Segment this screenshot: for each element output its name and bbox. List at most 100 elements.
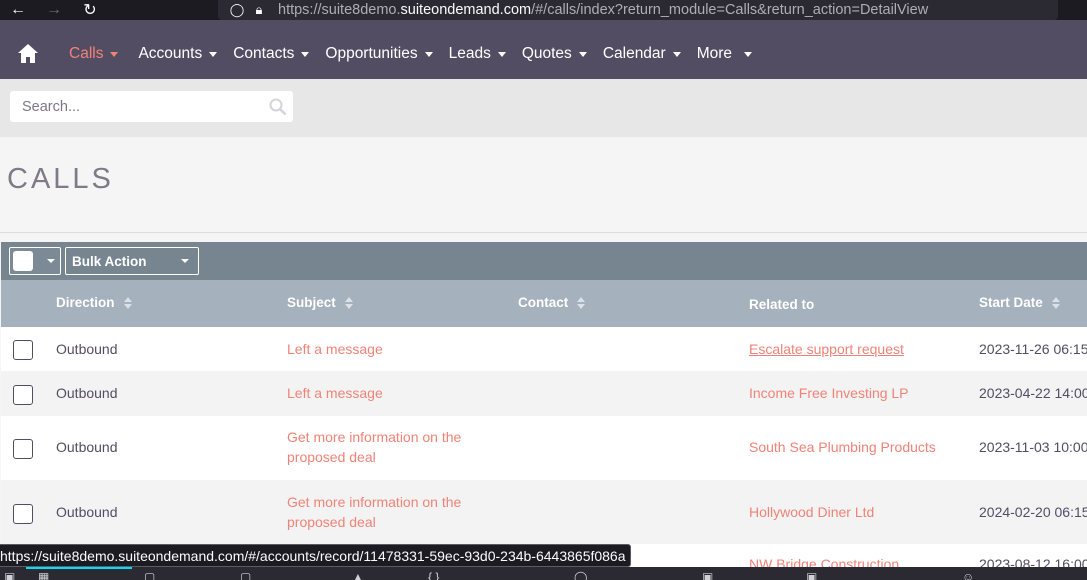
select-all-checkbox[interactable] (13, 251, 33, 271)
table-row: Outbound Get more information on the pro… (1, 416, 1087, 480)
chevron-down-icon (181, 259, 189, 263)
nav-top-strip (0, 20, 1087, 28)
cell-related-link[interactable]: Escalate support request (749, 341, 904, 357)
chevron-down-icon (424, 52, 433, 57)
row-checkbox[interactable] (13, 504, 33, 524)
cell-direction: Outbound (56, 341, 118, 357)
sort-icon[interactable] (344, 296, 353, 309)
table-row: Outbound Get more information on the pro… (1, 480, 1087, 544)
table-header: Direction Subject Contact Related to Sta… (1, 280, 1087, 327)
chevron-down-icon (744, 52, 753, 57)
column-start-date-label: Start Date (979, 295, 1043, 310)
taskbar-icon[interactable]: ▢ (240, 570, 251, 580)
cell-start-date: 2024-02-20 06:15 (979, 504, 1087, 520)
nav-leads[interactable]: Leads (441, 28, 514, 79)
bulk-action-button[interactable]: Bulk Action (65, 247, 199, 275)
nav-more[interactable]: More (689, 28, 760, 79)
nav-more-label: More (696, 44, 733, 62)
cell-related-link[interactable]: South Sea Plumbing Products (749, 439, 936, 455)
sort-icon[interactable] (577, 296, 586, 309)
chevron-down-icon (47, 259, 55, 263)
url-host: suiteondemand.com (400, 2, 532, 18)
nav-calendar-label: Calendar (602, 44, 666, 62)
sort-icon[interactable] (1051, 296, 1060, 309)
cell-subject-link[interactable]: Left a message (287, 341, 383, 357)
column-contact-label: Contact (518, 295, 569, 310)
table-row: Outbound Left a message Income Free Inve… (1, 371, 1087, 416)
taskbar-icon[interactable]: ☺ (962, 570, 974, 580)
reload-icon[interactable]: ↻ (72, 0, 108, 20)
bulk-action-bar: Bulk Action (1, 242, 1087, 280)
nav-quotes-label: Quotes (521, 44, 572, 62)
main-nav: Calls Accounts Contacts Opportunities Le… (0, 28, 1087, 79)
cell-start-date: 2023-04-22 14:00 (979, 385, 1087, 401)
cell-direction: Outbound (56, 385, 118, 401)
nav-calls[interactable]: Calls (61, 28, 126, 79)
row-checkbox[interactable] (13, 340, 33, 360)
nav-contacts-label: Contacts (233, 44, 295, 62)
shield-icon: ◯ (229, 2, 245, 17)
active-tab-indicator (26, 567, 132, 569)
nav-opportunities-label: Opportunities (325, 44, 418, 62)
calendar-icon[interactable]: ▦ (38, 570, 49, 580)
taskbar-icon[interactable]: ◯ (574, 570, 587, 580)
cell-related-link[interactable]: Hollywood Diner Ltd (749, 504, 874, 520)
column-direction[interactable]: Direction (56, 295, 132, 310)
url-prefix: https://suite8demo. (278, 2, 401, 18)
nav-opportunities[interactable]: Opportunities (317, 28, 440, 79)
cell-related-link[interactable]: Income Free Investing LP (749, 385, 909, 401)
cell-subject-link[interactable]: Get more information on the proposed dea… (287, 492, 487, 532)
column-related-to-label: Related to (749, 297, 815, 312)
search-icon[interactable] (263, 98, 293, 116)
cell-related-link[interactable]: NW Bridge Construction (749, 556, 899, 567)
url-suffix: /#/calls/index?return_module=Calls&retur… (531, 2, 929, 18)
title-divider (0, 232, 1087, 233)
cell-subject-link[interactable]: Get more information on the proposed dea… (287, 427, 487, 467)
chevron-down-icon (497, 52, 506, 57)
column-related-to: Related to (749, 297, 814, 312)
taskbar-icon[interactable]: { } (428, 570, 439, 580)
taskbar-icon[interactable]: ▣ (806, 570, 817, 580)
cell-direction: Outbound (56, 439, 118, 455)
table-row: Outbound Left a message Escalate support… (1, 327, 1087, 371)
chevron-down-icon (209, 52, 218, 57)
cell-direction: Outbound (56, 504, 118, 520)
back-icon[interactable]: ← (0, 0, 36, 20)
nav-quotes[interactable]: Quotes (514, 28, 595, 79)
taskbar-icon[interactable]: ▣ (4, 570, 15, 580)
search-row: Search... (0, 79, 1087, 137)
nav-calls-label: Calls (69, 44, 104, 62)
taskbar-icon[interactable]: ▣ (702, 570, 713, 580)
select-all-dropdown[interactable] (9, 247, 61, 275)
forward-icon[interactable]: → (36, 0, 72, 20)
search-input[interactable]: Search... (10, 91, 293, 122)
taskbar-icon[interactable]: ▢ (144, 570, 155, 580)
nav-accounts-label: Accounts (138, 44, 203, 62)
cell-subject-link[interactable]: Left a message (287, 385, 383, 401)
bulk-action-label: Bulk Action (72, 253, 147, 269)
column-contact[interactable]: Contact (518, 295, 586, 310)
chevron-down-icon (110, 52, 119, 57)
bottom-taskbar: ▣ ▦ ▢ ▢ ▲ { } ◯ ▣ ▣ ☺ (0, 567, 1087, 580)
cell-start-date: 2023-11-03 10:00 (979, 439, 1087, 455)
cell-start-date: 2023-11-26 06:15 (979, 341, 1087, 357)
row-checkbox[interactable] (13, 385, 33, 405)
column-subject[interactable]: Subject (287, 295, 353, 310)
row-checkbox[interactable] (13, 439, 33, 459)
url-bar[interactable]: ◯ 🔒︎ https://suite8demo. suiteondemand.co… (218, 0, 1058, 20)
nav-accounts[interactable]: Accounts (130, 28, 225, 79)
nav-leads-label: Leads (448, 44, 491, 62)
cell-start-date: 2023-08-12 16:00 (979, 556, 1087, 567)
page-title: CALLS (7, 163, 114, 195)
column-start-date[interactable]: Start Date (979, 295, 1060, 310)
nav-contacts[interactable]: Contacts (225, 28, 317, 79)
lock-icon: 🔒︎ (255, 2, 263, 17)
sort-icon[interactable] (123, 296, 132, 309)
chevron-down-icon (672, 52, 681, 57)
column-subject-label: Subject (287, 295, 336, 310)
link-status-bar: https://suite8demo.suiteondemand.com/#/a… (0, 544, 631, 567)
taskbar-icon[interactable]: ▲ (352, 570, 364, 580)
nav-calendar[interactable]: Calendar (595, 28, 689, 79)
home-button[interactable] (0, 28, 55, 79)
chevron-down-icon (301, 52, 310, 57)
